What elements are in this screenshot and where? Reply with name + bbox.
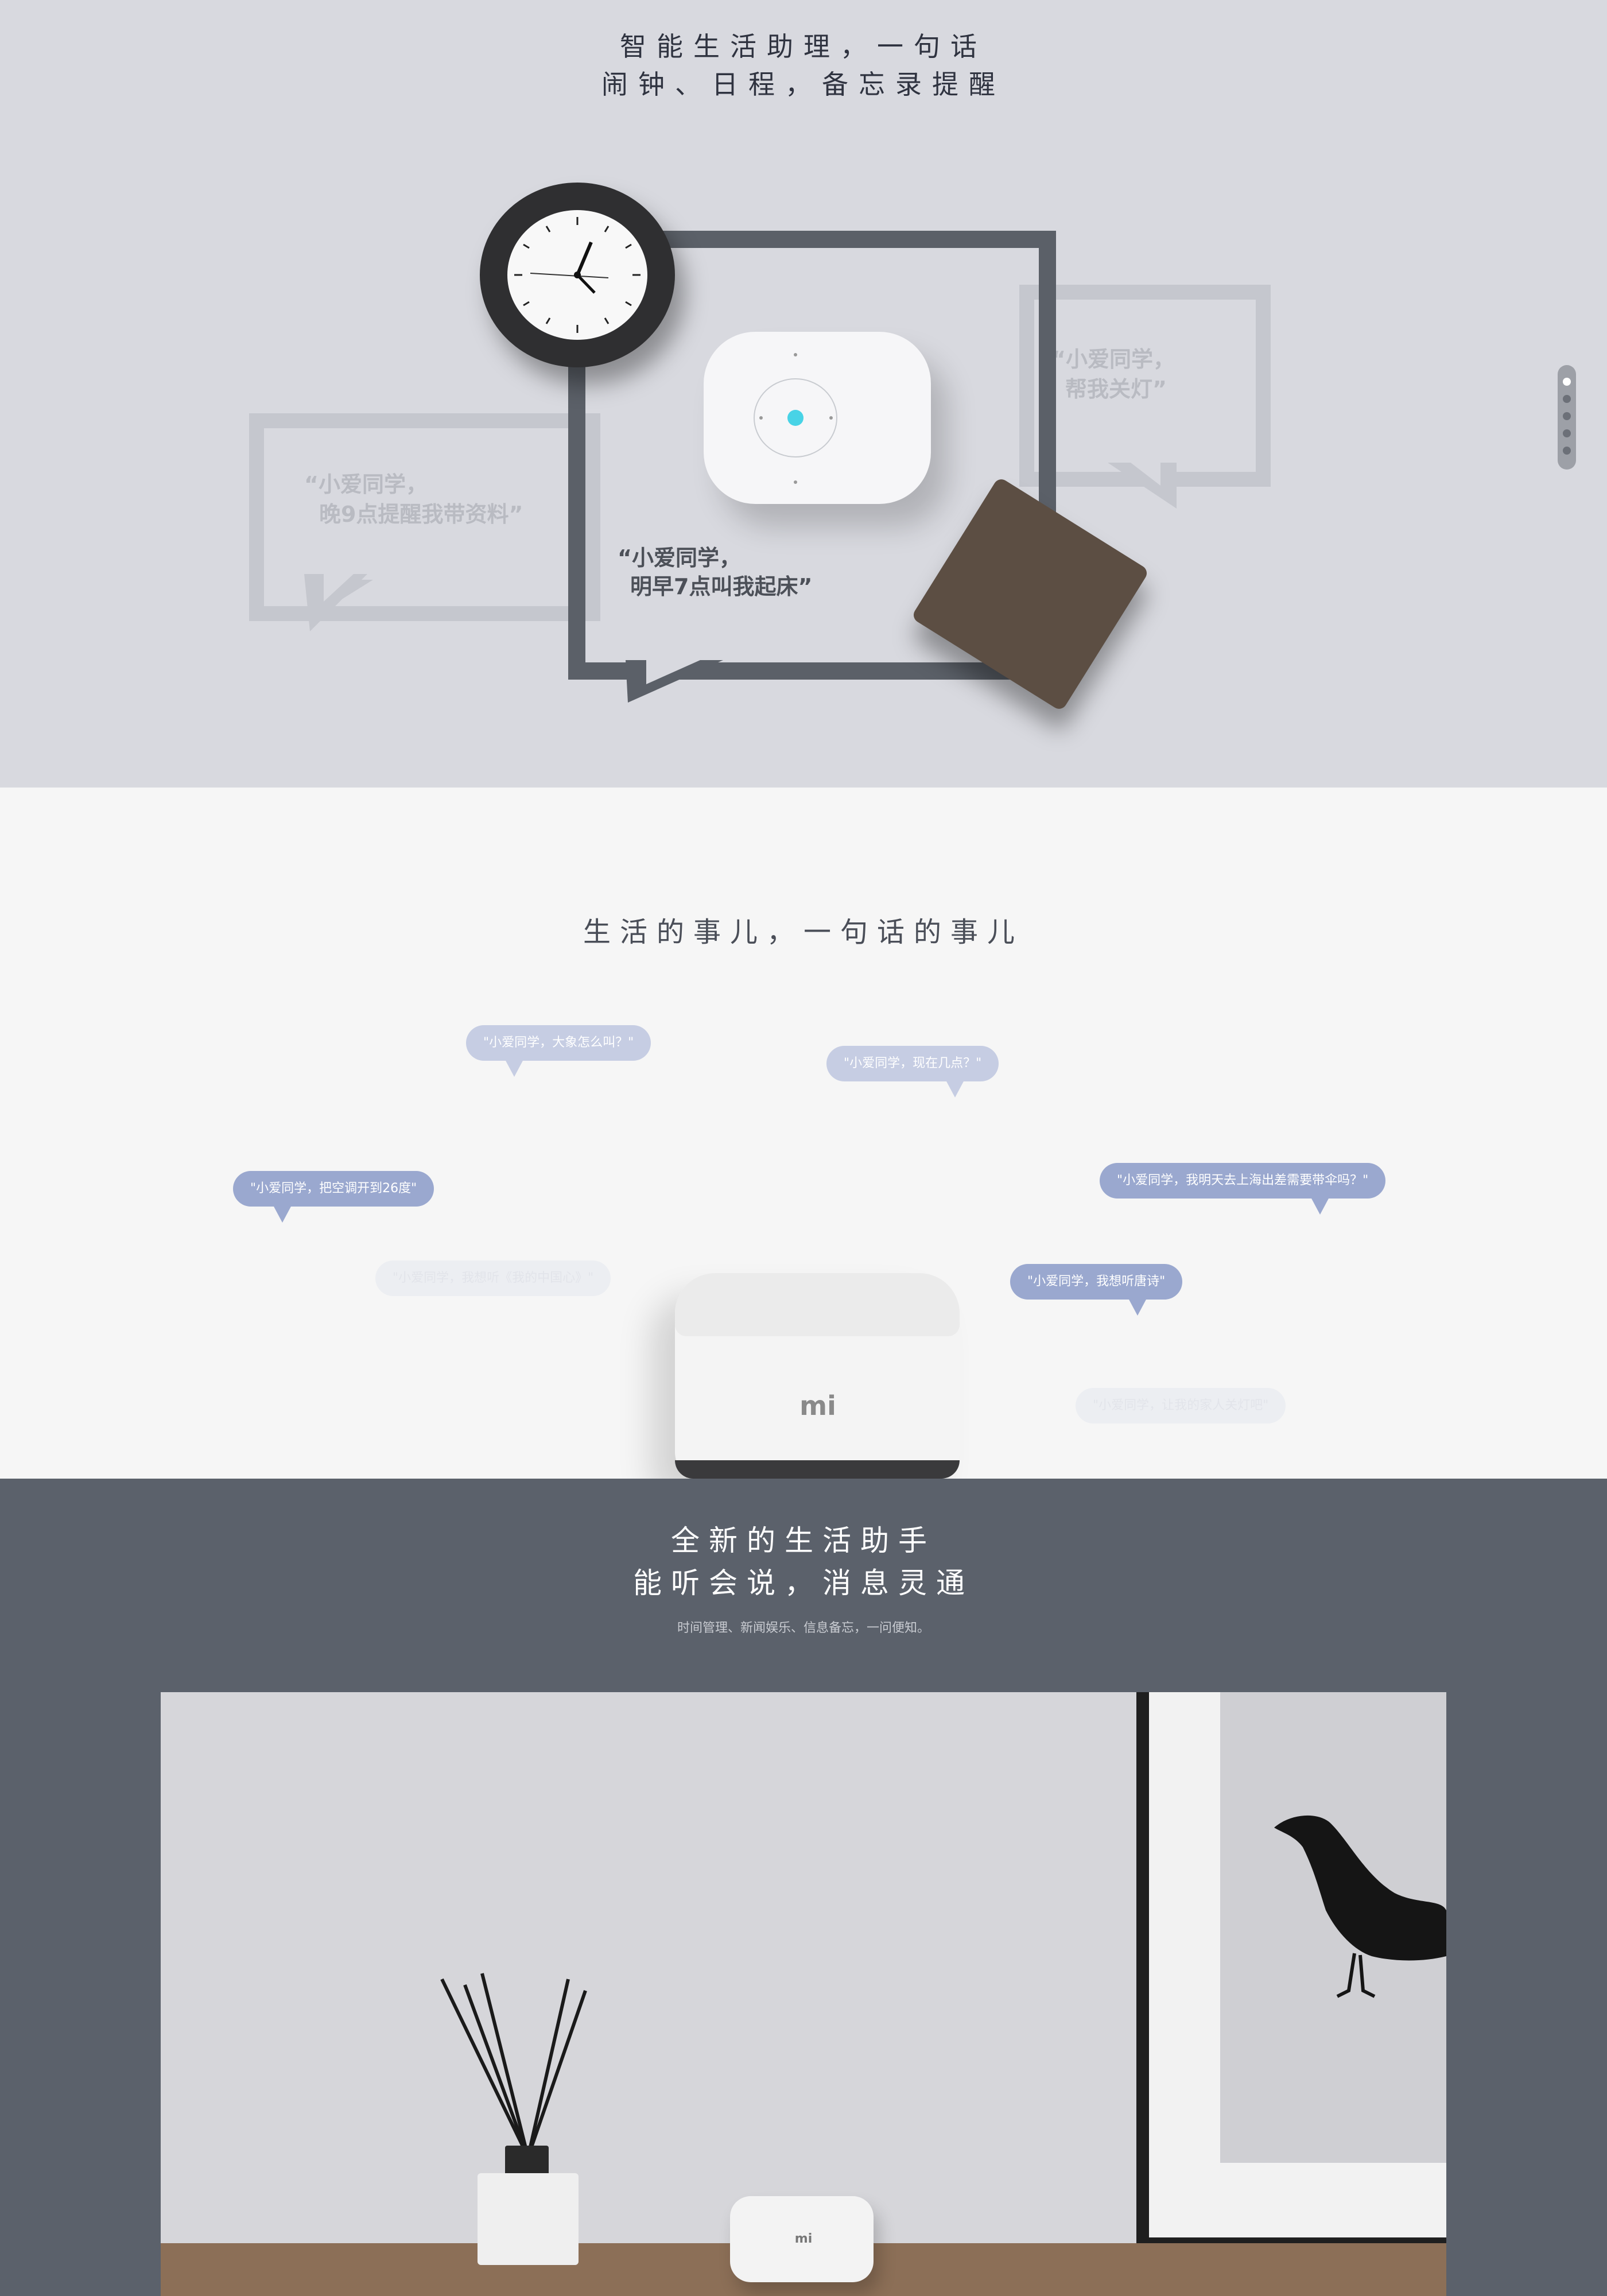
voice-section-title: 生活的事儿，一句话的事儿 [583,916,1024,948]
hero-section: 智能生活助理，一句话 闹钟、日程，备忘录提醒 “小爱同学， 晚9点提醒我带资料”… [0,0,1607,788]
clock-face [507,210,647,340]
speaker-base [675,1460,960,1479]
voice-bubble: "小爱同学，我明天去上海出差需要带伞吗？" [1100,1163,1386,1199]
reed-diffuser-sticks-icon [440,1973,587,2158]
quote-left-line2: 晚9点提醒我带资料” [319,502,523,527]
assistant-section: 全新的生活助手 能听会说，消息灵通 时间管理、新闻娱乐、信息备忘，一问便知。 m… [0,1479,1607,2296]
voice-bubble: "小爱同学，我想听唐诗" [1010,1264,1183,1300]
diffuser-vase [478,2173,579,2265]
voice-section: 生活的事儿，一句话的事儿 "小爱同学，大象怎么叫？" "小爱同学，现在几点？" … [0,790,1607,1479]
mini-speaker-logo: mi [794,2232,813,2246]
quote-right-line2: 帮我关灯” [1065,377,1167,402]
hero-headline-line2: 闹钟、日程，备忘录提醒 [601,69,1006,100]
speech-tail-left [304,574,373,631]
section-pager[interactable] [1558,365,1576,470]
assistant-subtitle: 时间管理、新闻娱乐、信息备忘，一问便知。 [677,1621,930,1635]
quote-right-line1: “小爱同学， [1051,347,1175,372]
pager-dot-2[interactable] [1563,395,1571,403]
bubble-tail [946,1080,964,1097]
speaker-front-top [675,1273,960,1336]
bubble-tail [273,1205,292,1223]
bubble-tail [1311,1197,1329,1215]
assistant-title-line2: 能听会说，消息灵通 [633,1566,974,1600]
speaker-control-ring-icon [754,353,837,484]
voice-bubble-faded: "小爱同学，让我的家人关灯吧" [1076,1388,1286,1424]
pager-dot-3[interactable] [1563,412,1571,420]
hero-headline-line1: 智能生活助理，一句话 [620,31,987,62]
crow-icon [1274,1815,1446,1998]
bubble-tail [1128,1298,1147,1316]
voice-bubble: "小爱同学，把空调开到26度" [233,1171,434,1207]
pager-dot-1[interactable] [1563,378,1571,386]
bubble-tail [505,1060,523,1077]
speech-tail-right [1108,463,1177,509]
lifestyle-photo: mi [161,1692,1446,2296]
voice-bubble: "小爱同学，现在几点？" [826,1046,999,1081]
quote-main-line1: “小爱同学， [618,545,741,571]
voice-bubble-faded: "小爱同学，我想听《我的中国心》" [375,1261,611,1296]
assistant-title-line1: 全新的生活助手 [671,1524,936,1557]
quote-left-line1: “小爱同学， [304,472,428,497]
speaker-top-image [704,332,931,504]
mi-logo: mi [799,1390,836,1421]
clock-hands-icon [514,217,641,333]
speech-tail-main [626,660,723,703]
pager-dot-5[interactable] [1563,447,1571,455]
voice-bubble: "小爱同学，大象怎么叫？" [466,1025,651,1061]
pager-dot-4[interactable] [1563,429,1571,437]
quote-main-line2: 明早7点叫我起床” [630,574,813,599]
